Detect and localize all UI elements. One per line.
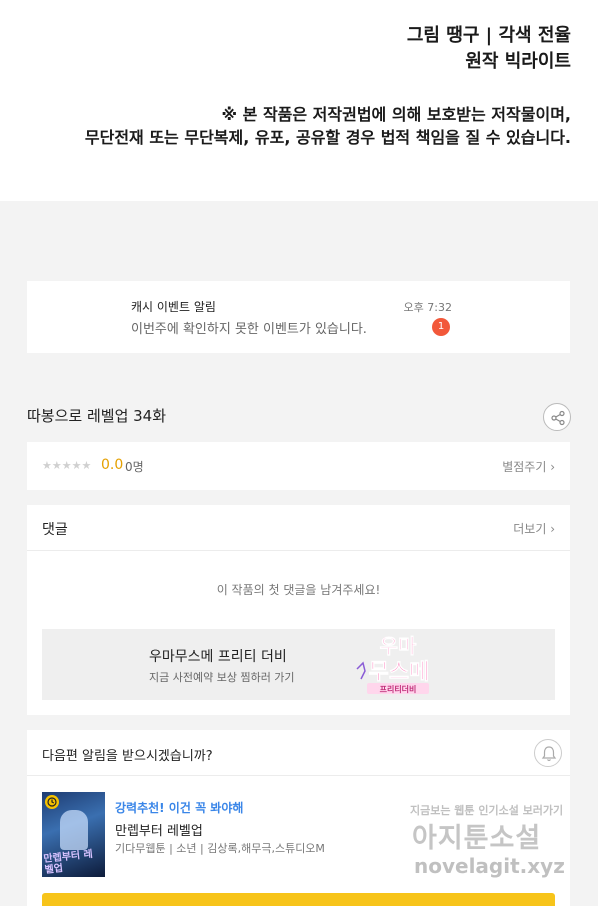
credits-panel: 그림 땡구 | 각색 전율 원작 빅라이트 ※ 본 작품은 저작권법에 의해 보… <box>0 0 598 201</box>
wait-free-icon <box>45 795 59 809</box>
subscribe-button[interactable] <box>42 893 555 906</box>
promo-title: 우마무스메 프리티 더비 <box>149 649 287 665</box>
comments-empty-text: 이 작품의 첫 댓글을 남겨주세요! <box>216 583 381 597</box>
comments-more-link[interactable]: 더보기 › <box>513 520 555 537</box>
comments-card: 댓글 더보기 › 이 작품의 첫 댓글을 남겨주세요! 우마무스메 프리티 더비… <box>27 505 570 715</box>
subscribe-question: 다음편 알림을 받으시겠습니까? <box>42 749 213 764</box>
credits-artist: 그림 땡구 | 각색 전율 <box>406 25 571 46</box>
recommend-tag: 강력추천! 이건 꼭 봐야해 <box>115 801 244 815</box>
subscribe-header: 다음편 알림을 받으시겠습니까? <box>27 730 570 776</box>
copyright-notice-2: 무단전재 또는 무단복제, 유포, 공유할 경우 법적 책임을 질 수 있습니다… <box>84 128 571 147</box>
credits-original: 원작 빅라이트 <box>465 51 571 72</box>
svg-text:프리티더비: 프리티더비 <box>380 684 417 694</box>
svg-text:무스메: 무스메 <box>369 659 430 684</box>
subscribe-card: 다음편 알림을 받으시겠습니까? 만렙부터 레벨업 강력추천! 이건 꼭 봐야해… <box>27 730 570 906</box>
recommend-meta: 기다무웹툰 | 소년 | 김상록,해무극,스튜디오M <box>115 842 325 855</box>
notify-toggle-button[interactable] <box>534 739 562 767</box>
episode-title: 따봉으로 레벨업 34화 <box>27 407 167 425</box>
copyright-notice-1: ※ 본 작품은 저작권법에 의해 보호받는 저작물이며, <box>221 105 571 124</box>
notice-title: 캐시 이벤트 알림 <box>131 300 216 314</box>
comments-header: 댓글 더보기 › <box>27 505 570 551</box>
rating-score: 0.0 <box>101 457 124 473</box>
recommend-title[interactable]: 만렙부터 레벨업 <box>115 820 203 839</box>
recommend-thumbnail[interactable]: 만렙부터 레벨업 <box>42 792 105 877</box>
event-notice-card[interactable]: 캐시 이벤트 알림 이번주에 확인하지 못한 이벤트가 있습니다. 오후 7:3… <box>27 281 570 353</box>
thumbnail-title: 만렙부터 레벨업 <box>43 848 94 876</box>
svg-text:우마: 우마 <box>380 635 417 658</box>
notice-desc: 이번주에 확인하지 못한 이벤트가 있습니다. <box>131 322 367 337</box>
share-icon <box>551 410 565 426</box>
comments-title: 댓글 <box>42 522 68 538</box>
rating-stars: ★★★★★ <box>42 459 92 472</box>
notice-time: 오후 7:32 <box>403 301 452 314</box>
promo-logo: 우마 무스메 프리티더비 <box>356 635 430 694</box>
rating-count: 0명 <box>125 460 144 474</box>
thumbnail-character <box>60 810 88 850</box>
promo-banner[interactable]: 우마무스메 프리티 더비 지금 사전예약 보상 찜하러 가기 우마 무스메 프리… <box>42 629 555 700</box>
share-button[interactable] <box>543 403 571 431</box>
rating-card: ★★★★★ 0.0 0명 별점주기 › <box>27 442 570 490</box>
notice-count-badge: 1 <box>432 318 450 336</box>
bell-icon <box>541 746 557 762</box>
promo-subtitle: 지금 사전예약 보상 찜하러 가기 <box>149 671 295 684</box>
rate-button[interactable]: 별점주기 › <box>502 458 555 475</box>
